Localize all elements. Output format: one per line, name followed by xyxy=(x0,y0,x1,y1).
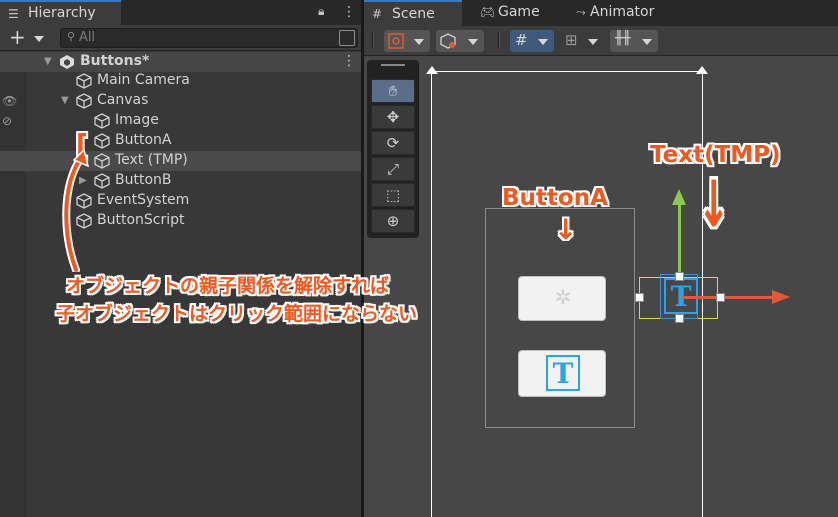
search-icon: ⚲ xyxy=(67,30,76,43)
tree-item-label: ButtonA xyxy=(115,132,172,148)
sprite-placeholder-icon: ✲ xyxy=(554,285,572,309)
chevron-down-icon xyxy=(538,39,548,45)
chevron-down-icon xyxy=(34,36,44,42)
toolbar-separator xyxy=(372,33,374,49)
hierarchy-tree: ▼ Buttons* ⋮ Main Camera ▼ Canvas Image … xyxy=(0,52,362,517)
tab-label: Game xyxy=(498,4,540,20)
more-menu-icon[interactable]: ⋮ xyxy=(342,4,356,20)
gameobject-icon xyxy=(94,173,110,189)
gameobject-icon xyxy=(76,73,92,89)
gameobject-icon xyxy=(94,153,110,169)
tree-item-label: Buttons* xyxy=(80,53,150,69)
chevron-down-icon xyxy=(414,39,424,45)
chevron-down-icon xyxy=(468,39,478,45)
chevron-down-icon xyxy=(642,39,652,45)
tree-item-label: Text (TMP) xyxy=(115,152,188,168)
transform-tool-icon[interactable]: ⊕ xyxy=(371,209,415,233)
tree-item-scene[interactable]: ▼ Buttons* ⋮ xyxy=(0,52,362,72)
move-gizmo-y-arrow[interactable] xyxy=(672,189,686,205)
draw-mode-dropdown[interactable] xyxy=(436,30,484,52)
search-mode-icon[interactable] xyxy=(339,30,355,46)
rotate-tool-icon[interactable]: ⟳ xyxy=(371,131,415,155)
scene-viewport[interactable]: ✲ T T ✋︎ ✥ ⟳ ⤢ ⬚ ⊕ xyxy=(364,56,838,517)
gameobject-icon xyxy=(76,193,92,209)
rect-handle-bottom[interactable] xyxy=(675,314,684,323)
rect-tool-icon[interactable]: ⬚ xyxy=(371,183,415,207)
cube-icon xyxy=(440,33,456,49)
grid-snap-icon: # xyxy=(515,31,528,49)
hierarchy-panel: ☰ Hierarchy 🔒︎ ⋮ + ⚲ All 👁︎ 👁︎ ⊘ ▼ Butto… xyxy=(0,0,362,517)
tree-item-button-script[interactable]: ButtonScript xyxy=(0,211,362,231)
button-a[interactable]: ✲ xyxy=(518,276,606,321)
ruler-dropdown[interactable]: ╫╫ xyxy=(610,30,658,52)
tmp-text-icon: T xyxy=(546,355,580,391)
tree-item-event-system[interactable]: EventSystem xyxy=(0,191,362,211)
drag-handle[interactable] xyxy=(381,64,405,66)
increment-snap-dropdown[interactable]: ⊞ xyxy=(560,30,604,52)
collapsed-arrow-icon[interactable]: ▶ xyxy=(79,175,87,186)
tree-item-label: Main Camera xyxy=(97,72,190,88)
tree-item-label: ButtonScript xyxy=(97,212,185,228)
tab-scene[interactable]: # Scene xyxy=(364,0,462,26)
hierarchy-tab-label: Hierarchy xyxy=(28,5,96,21)
expand-arrow-icon[interactable]: ▼ xyxy=(61,95,69,106)
canvas-corner-marker xyxy=(426,66,438,74)
gameobject-icon xyxy=(76,213,92,229)
tree-item-text-tmp[interactable]: Text (TMP) xyxy=(0,151,362,171)
move-gizmo-y-axis[interactable] xyxy=(678,204,681,279)
gameobject-icon xyxy=(76,93,92,109)
tree-item-button-b[interactable]: ▶ ButtonB xyxy=(0,171,362,191)
add-button[interactable]: + xyxy=(4,25,44,49)
tree-item-label: Image xyxy=(115,112,159,128)
tab-game[interactable]: 🎮︎ Game xyxy=(472,0,540,26)
scene-toolbar: # ⊞ ╫╫ xyxy=(364,26,838,56)
tab-label: Animator xyxy=(590,4,655,20)
move-gizmo-x-arrow[interactable] xyxy=(772,290,790,304)
gameobject-icon xyxy=(94,133,110,149)
tree-item-image[interactable]: Image xyxy=(0,111,362,131)
tree-item-button-a[interactable]: ButtonA xyxy=(0,131,362,151)
tree-item-label: EventSystem xyxy=(97,192,190,208)
rect-handle-top[interactable] xyxy=(675,272,684,281)
scale-tool-icon[interactable]: ⤢ xyxy=(371,157,415,181)
tree-item-canvas[interactable]: ▼ Canvas xyxy=(0,91,362,111)
canvas-corner-marker xyxy=(696,66,708,74)
view-tool-icon xyxy=(388,33,404,49)
gameobject-icon xyxy=(94,113,110,129)
tab-animator[interactable]: ⤳ Animator xyxy=(568,0,654,26)
expand-arrow-icon[interactable]: ▼ xyxy=(44,56,52,67)
hand-tool-icon[interactable]: ✋︎ xyxy=(371,79,415,103)
chevron-down-icon xyxy=(588,39,598,45)
unity-scene-icon xyxy=(60,55,74,69)
lock-icon[interactable]: 🔒︎ xyxy=(318,4,324,19)
tree-item-label: Canvas xyxy=(97,92,149,108)
move-tool-icon[interactable]: ✥ xyxy=(371,105,415,129)
gamepad-icon: 🎮︎ xyxy=(480,5,496,19)
tools-overlay: ✋︎ ✥ ⟳ ⤢ ⬚ ⊕ xyxy=(367,60,419,238)
search-input[interactable]: ⚲ All xyxy=(60,28,358,48)
hierarchy-tab[interactable]: ☰ Hierarchy xyxy=(0,0,121,25)
snap-increment-icon: ⊞ xyxy=(565,31,578,49)
add-button-label: + xyxy=(9,25,26,49)
rect-handle-right[interactable] xyxy=(716,293,725,302)
list-icon: ☰ xyxy=(8,7,19,21)
animator-icon: ⤳ xyxy=(576,5,586,19)
scene-tab-bar: # Scene 🎮︎ Game ⤳ Animator xyxy=(364,0,838,26)
hierarchy-tab-bar: ☰ Hierarchy 🔒︎ ⋮ xyxy=(0,0,362,25)
more-menu-icon[interactable]: ⋮ xyxy=(342,53,356,69)
hierarchy-toolbar: + ⚲ All xyxy=(0,25,362,51)
ruler-icon: ╫╫ xyxy=(615,31,631,46)
grid-icon: # xyxy=(372,7,383,21)
rect-handle-left[interactable] xyxy=(635,293,644,302)
tree-item-label: ButtonB xyxy=(115,172,172,188)
search-placeholder: All xyxy=(79,30,96,45)
button-b[interactable]: T xyxy=(518,350,606,397)
grid-snap-dropdown[interactable]: # xyxy=(510,30,554,52)
move-gizmo-x-axis[interactable] xyxy=(682,296,774,299)
tab-label: Scene xyxy=(392,6,435,22)
tree-item-main-camera[interactable]: Main Camera xyxy=(0,71,362,91)
scene-panel: # Scene 🎮︎ Game ⤳ Animator # ⊞ ╫╫ ✲ T T … xyxy=(364,0,838,517)
toolbar-separator xyxy=(498,33,500,49)
gizmo-tools-dropdown[interactable] xyxy=(384,30,430,52)
